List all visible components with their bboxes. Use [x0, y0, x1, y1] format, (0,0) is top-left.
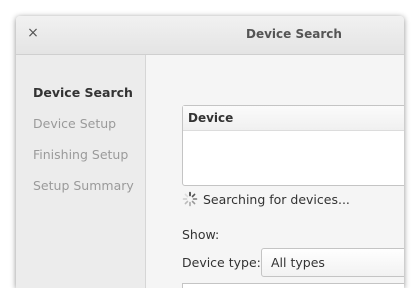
sidebar-item-setup-summary[interactable]: Setup Summary — [33, 178, 134, 193]
sidebar-item-device-setup[interactable]: Device Setup — [33, 116, 116, 131]
device-column-header[interactable]: Device — [183, 106, 404, 131]
sidebar-item-device-search[interactable]: Device Search — [33, 85, 133, 100]
device-search-window: × Device Search Device Search Device Set… — [16, 16, 404, 288]
close-icon[interactable]: × — [25, 25, 41, 41]
show-label: Show: — [182, 227, 220, 242]
titlebar: × Device Search — [16, 16, 404, 55]
filter-list[interactable] — [182, 283, 404, 288]
main-content: Device Searching for devices... Show: De… — [146, 55, 404, 288]
sidebar: Device Search Device Setup Finishing Set… — [16, 55, 146, 288]
device-list[interactable]: Device — [182, 105, 404, 186]
device-type-select[interactable]: All types — [261, 248, 404, 277]
device-type-value: All types — [271, 255, 325, 270]
spinner-icon — [182, 191, 198, 207]
window-title: Device Search — [246, 27, 342, 41]
sidebar-item-finishing-setup[interactable]: Finishing Setup — [33, 147, 128, 162]
search-status-text: Searching for devices... — [203, 192, 350, 207]
device-type-label: Device type: — [182, 255, 261, 270]
